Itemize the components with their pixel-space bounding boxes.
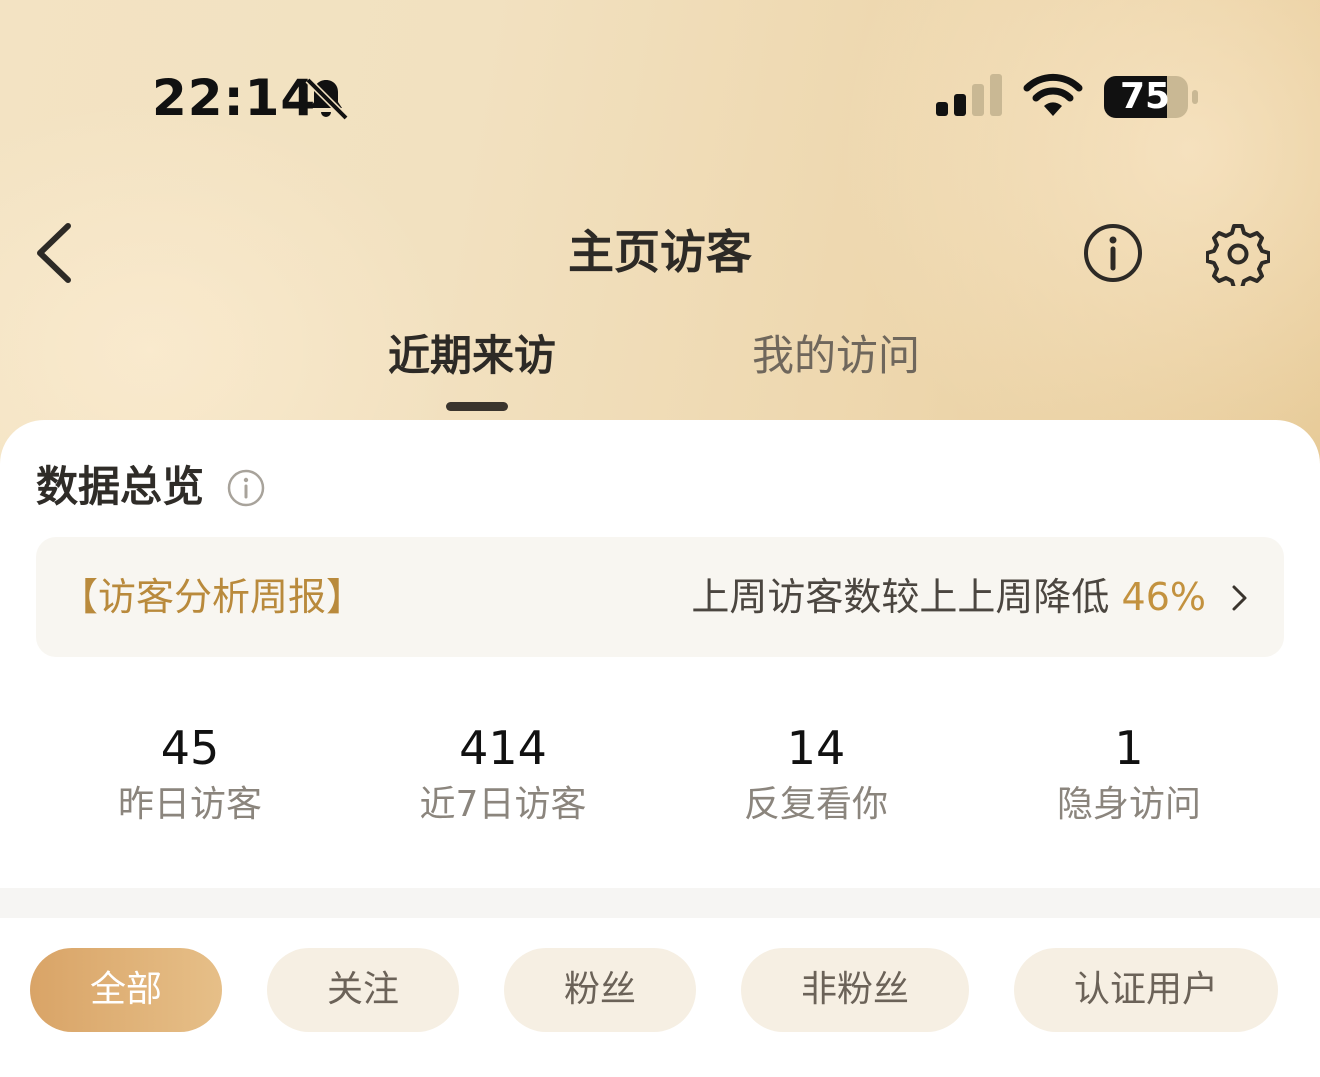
bell-muted-icon [305,77,349,121]
signal-icon [936,74,1002,116]
weekly-report-description: 上周访客数较上上周降低 [691,575,1110,619]
stat-7day-visitors[interactable]: 414 近7日访客 [353,718,653,832]
tab-recent-visits[interactable]: 近期来访 [388,328,556,384]
stat-value: 14 [786,721,846,775]
tab-my-visits[interactable]: 我的访问 [752,328,920,384]
wifi-icon [1023,73,1083,116]
chevron-right-icon[interactable] [1226,581,1252,615]
page-title: 主页访客 [568,225,752,279]
back-arrow-icon[interactable] [30,218,84,288]
filter-fans[interactable]: 粉丝 [504,948,696,1032]
overview-title: 数据总览 [36,462,205,511]
stat-value: 414 [459,721,547,775]
stat-hidden-visits[interactable]: 1 隐身访问 [979,718,1279,832]
filter-non-fans[interactable]: 非粉丝 [741,948,969,1032]
stat-value: 45 [160,721,220,775]
stat-value: 1 [1114,721,1144,775]
stat-label: 昨日访客 [117,784,262,825]
overview-info-icon[interactable] [226,468,266,508]
stat-yesterday-visitors[interactable]: 45 昨日访客 [40,718,340,832]
stat-label: 近7日访客 [419,784,587,825]
weekly-report-title: 【访客分析周报】 [60,575,365,619]
status-time: 22:14 [152,69,317,127]
stat-label: 反复看你 [743,784,888,825]
weekly-report-summary: 上周访客数较上上周降低 46% [691,569,1206,625]
tab-active-indicator [446,402,508,411]
battery-level: 75 [1119,76,1171,117]
info-icon[interactable] [1082,222,1144,284]
filter-following[interactable]: 关注 [267,948,459,1032]
stat-label: 隐身访问 [1056,784,1201,825]
weekly-report-percent: 46% [1121,575,1206,619]
section-divider [0,888,1320,918]
filter-verified-users[interactable]: 认证用户 [1014,948,1278,1032]
gear-icon[interactable] [1206,222,1270,286]
stat-repeat-viewers[interactable]: 14 反复看你 [666,718,966,832]
filter-all[interactable]: 全部 [30,948,222,1032]
